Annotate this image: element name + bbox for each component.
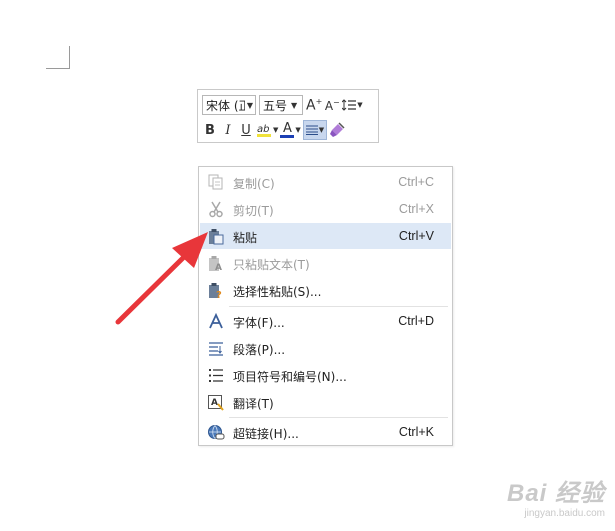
watermark-logo: Bai 经验 [506, 480, 605, 507]
watermark-url: jingyan.baidu.com [524, 508, 605, 519]
baidu-jingyan-watermark: Bai 经验 jingyan.baidu.com [507, 473, 605, 519]
annotation-arrow [115, 232, 208, 325]
